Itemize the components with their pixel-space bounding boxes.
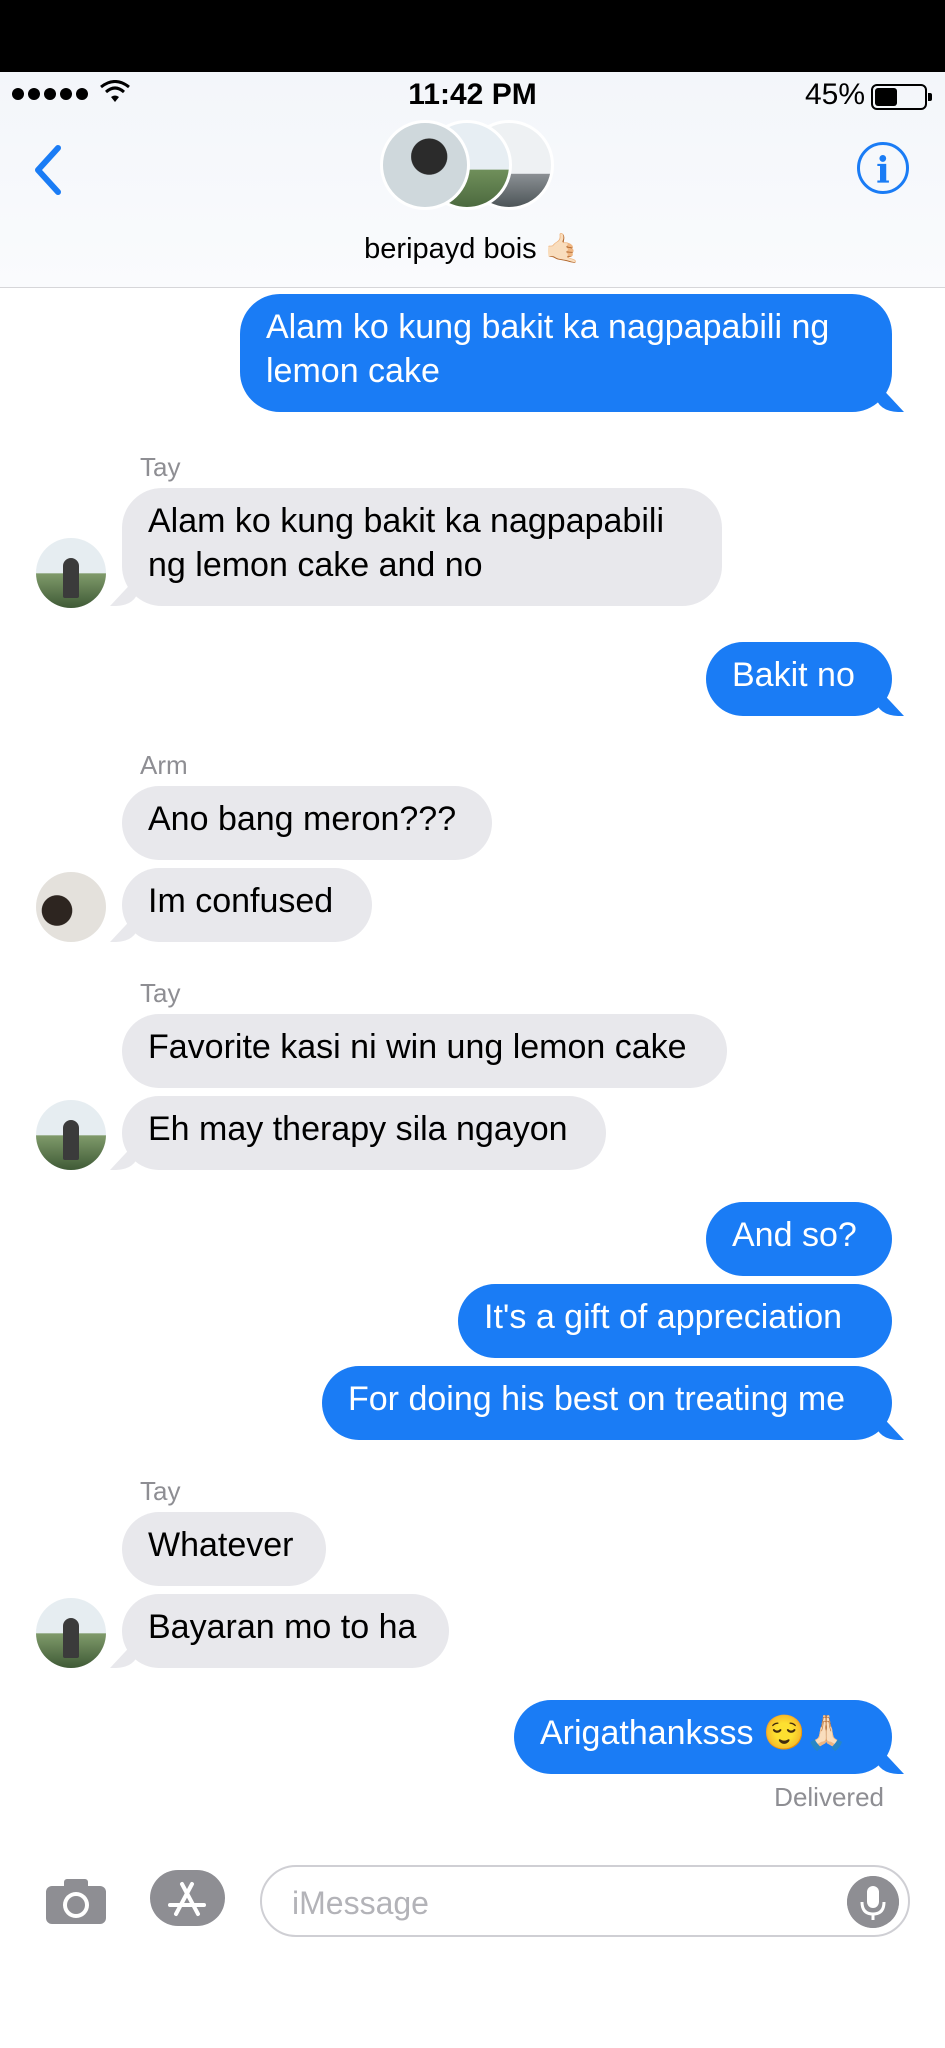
outgoing-message[interactable]: Arigathanksss 😌🙏🏻 [514, 1700, 892, 1774]
group-name[interactable]: beripayd bois 🤙🏻 [0, 232, 945, 266]
outgoing-message[interactable]: Bakit no [706, 642, 892, 716]
incoming-message[interactable]: Eh may therapy sila ngayon [122, 1096, 606, 1170]
outgoing-message[interactable]: Alam ko kung bakit ka nagpapabili ng lem… [240, 294, 892, 412]
microphone-icon[interactable] [847, 1876, 899, 1928]
incoming-message[interactable]: Whatever [122, 1512, 326, 1586]
app-store-icon [168, 1882, 206, 1916]
incoming-message[interactable]: Bayaran mo to ha [122, 1594, 449, 1668]
camera-icon[interactable] [44, 1876, 108, 1926]
sender-avatar[interactable] [36, 872, 106, 942]
status-bar: 11:42 PM 45% [0, 72, 945, 118]
sender-avatar[interactable] [36, 1100, 106, 1170]
battery-percent: 45% [804, 78, 865, 111]
outgoing-message[interactable]: For doing his best on treating me [322, 1366, 892, 1440]
sender-name: Tay [140, 978, 181, 1008]
sender-avatar[interactable] [36, 1598, 106, 1668]
incoming-message[interactable]: Favorite kasi ni win ung lemon cake [122, 1014, 727, 1088]
battery-icon [871, 84, 932, 110]
sender-name: Tay [140, 452, 181, 482]
incoming-message[interactable]: Alam ko kung bakit ka nagpapabili ng lem… [122, 488, 722, 606]
message-input[interactable]: iMessage [260, 1865, 910, 1937]
conversation-header: 11:42 PM 45% beripayd bois 🤙🏻 i [0, 72, 945, 288]
incoming-message[interactable]: Im confused [122, 868, 372, 942]
sender-avatar[interactable] [36, 538, 106, 608]
imessage-screen: 11:42 PM 45% beripayd bois 🤙🏻 i Alam ko … [0, 72, 945, 2048]
app-store-button[interactable] [150, 1870, 225, 1926]
sender-name: Arm [140, 750, 188, 780]
message-input-placeholder: iMessage [292, 1885, 429, 1921]
info-icon[interactable]: i [857, 142, 909, 194]
incoming-message[interactable]: Ano bang meron??? [122, 786, 492, 860]
delivery-status: Delivered [774, 1782, 884, 1812]
outgoing-message[interactable]: It's a gift of appreciation [458, 1284, 892, 1358]
avatar [380, 120, 470, 210]
status-time: 11:42 PM [408, 78, 537, 111]
group-avatar-stack[interactable] [380, 120, 570, 220]
back-chevron-icon[interactable] [28, 140, 68, 200]
message-composer: iMessage [0, 1840, 945, 2048]
outgoing-message[interactable]: And so? [706, 1202, 892, 1276]
sender-name: Tay [140, 1476, 181, 1506]
